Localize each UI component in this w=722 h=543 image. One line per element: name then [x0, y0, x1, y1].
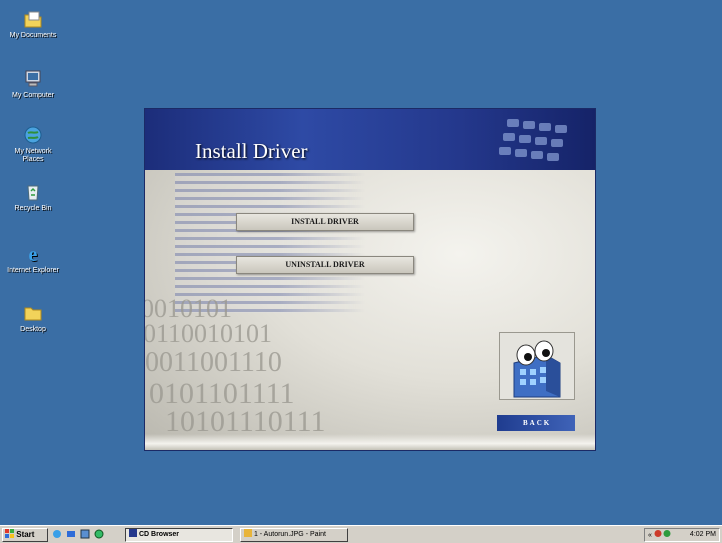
uninstall-driver-button[interactable]: UNINSTALL DRIVER	[236, 256, 414, 274]
quicklaunch-ie-icon[interactable]	[52, 529, 62, 539]
quicklaunch-outlook-icon[interactable]	[66, 529, 76, 539]
folder-documents-icon	[24, 11, 42, 28]
taskbar-item-paint[interactable]: 1 - Autorun.JPG - Paint	[240, 528, 348, 542]
desktop-icon-recycle-bin[interactable]: Recycle Bin	[4, 181, 62, 213]
svg-text:e: e	[29, 244, 38, 265]
task-label: CD Browser	[138, 531, 180, 538]
computer-icon	[25, 70, 41, 87]
desktop-icon-label: My Network Places	[14, 148, 52, 163]
binary-decoration-line: 0011001110	[145, 347, 282, 378]
tray-icons[interactable]	[654, 529, 674, 538]
taskbar-item-cd-browser[interactable]: CD Browser	[125, 528, 233, 542]
installer-title: Install Driver	[195, 139, 308, 163]
quicklaunch-media-icon[interactable]	[94, 529, 104, 539]
desktop-icon-label: My Documents	[9, 32, 57, 39]
desktop-icon-desktop[interactable]: Desktop	[4, 302, 62, 334]
network-icon	[24, 126, 42, 144]
building-mascot-icon	[513, 340, 561, 398]
torn-paper-edge	[145, 434, 595, 450]
paint-icon	[244, 529, 252, 537]
desktop-icon-label: Recycle Bin	[14, 205, 52, 212]
installer-banner: Install Driver	[145, 109, 595, 170]
desktop-icon-label: Internet Explorer	[7, 267, 59, 274]
quicklaunch-desktop-icon[interactable]	[80, 529, 90, 539]
windows-logo-icon	[5, 529, 14, 538]
tray-expand-chevron-icon[interactable]: «	[648, 532, 652, 539]
install-driver-button[interactable]: INSTALL DRIVER	[236, 213, 414, 231]
desktop-icon-my-documents[interactable]: My Documents	[4, 8, 62, 40]
desktop-icon-label: Desktop	[20, 326, 46, 333]
installer-window: 0010101 0110010101 0011001110 0101101111…	[145, 109, 595, 450]
taskbar: Start CD Browser 1 - Autorun.JPG - Paint…	[0, 525, 722, 543]
folder-icon	[24, 307, 42, 321]
desktop-icon-my-network-places[interactable]: My Network Places	[4, 124, 62, 164]
back-button[interactable]: BACK	[497, 415, 575, 431]
cd-browser-icon	[129, 529, 137, 537]
start-button[interactable]: Start	[2, 528, 48, 542]
task-label: 1 - Autorun.JPG - Paint	[253, 531, 326, 538]
mascot-image	[499, 332, 575, 400]
internet-explorer-icon: e	[29, 244, 38, 265]
start-label: Start	[16, 530, 35, 539]
binary-decoration-line: 0110010101	[145, 319, 273, 348]
recycle-bin-icon	[27, 185, 39, 201]
desktop-icon-label: My Computer	[11, 92, 54, 99]
keyboard-graphic-icon	[499, 119, 567, 161]
desktop-icon-my-computer[interactable]: My Computer	[4, 68, 62, 100]
tray-clock: 4:02 PM	[689, 531, 716, 538]
system-tray: « 4:02 PM	[644, 528, 720, 542]
decorative-stripes	[175, 173, 365, 313]
desktop-icon-internet-explorer[interactable]: e Internet Explorer	[4, 243, 62, 275]
